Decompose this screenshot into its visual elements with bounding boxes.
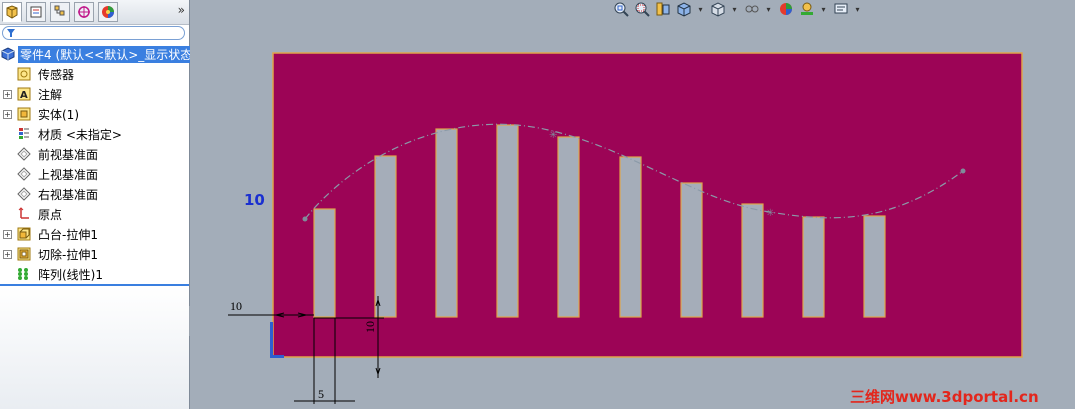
slot-cutout[interactable] bbox=[374, 155, 397, 318]
slot-cutout[interactable] bbox=[557, 136, 580, 318]
slot-cutout[interactable] bbox=[802, 216, 825, 318]
slot-cutout[interactable] bbox=[863, 215, 886, 318]
spline-endpoint[interactable] bbox=[960, 168, 966, 174]
part-drawing: ✳ ✳ 10 5 10 bbox=[228, 52, 1023, 404]
slot-cutout[interactable] bbox=[313, 208, 336, 318]
dim-slot-height[interactable]: 10 bbox=[363, 321, 377, 333]
slot-cutout[interactable] bbox=[619, 156, 642, 318]
slot-cutout[interactable] bbox=[496, 124, 519, 318]
dim-slot-width[interactable]: 5 bbox=[318, 387, 324, 401]
sketch-dimension-value[interactable]: 10 bbox=[244, 191, 265, 209]
watermark-text: 三维网www.3dportal.cn bbox=[850, 388, 1039, 406]
slot-cutout[interactable] bbox=[680, 182, 703, 318]
slot-cutout[interactable] bbox=[435, 128, 458, 318]
spline-point-marker: ✳ bbox=[766, 208, 774, 219]
slot-cutout[interactable] bbox=[741, 203, 764, 318]
spline-endpoint[interactable] bbox=[302, 216, 308, 222]
spline-point-marker: ✳ bbox=[549, 130, 557, 141]
dim-left-offset[interactable]: 10 bbox=[230, 299, 242, 313]
